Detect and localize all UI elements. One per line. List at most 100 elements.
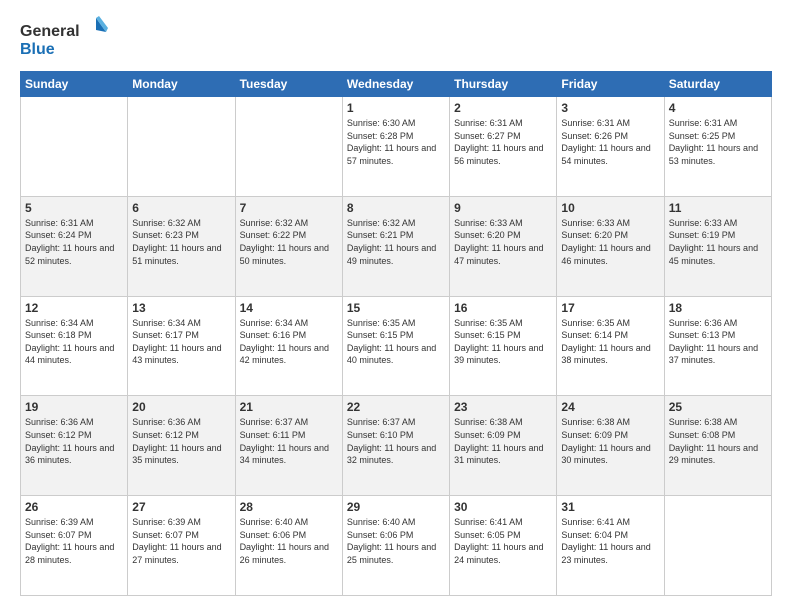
table-row: 13 Sunrise: 6:34 AM Sunset: 6:17 PM Dayli… xyxy=(128,296,235,396)
table-row: 31 Sunrise: 6:41 AM Sunset: 6:04 PM Dayli… xyxy=(557,496,664,596)
table-row: 16 Sunrise: 6:35 AM Sunset: 6:15 PM Dayli… xyxy=(450,296,557,396)
col-friday: Friday xyxy=(557,72,664,97)
day-number: 21 xyxy=(240,400,338,414)
day-number: 6 xyxy=(132,201,230,215)
day-number: 5 xyxy=(25,201,123,215)
day-number: 15 xyxy=(347,301,445,315)
day-info: Sunrise: 6:41 AM Sunset: 6:05 PM Dayligh… xyxy=(454,516,552,566)
day-info: Sunrise: 6:39 AM Sunset: 6:07 PM Dayligh… xyxy=(25,516,123,566)
day-info: Sunrise: 6:39 AM Sunset: 6:07 PM Dayligh… xyxy=(132,516,230,566)
day-info: Sunrise: 6:33 AM Sunset: 6:20 PM Dayligh… xyxy=(561,217,659,267)
col-monday: Monday xyxy=(128,72,235,97)
table-row: 8 Sunrise: 6:32 AM Sunset: 6:21 PM Daylig… xyxy=(342,196,449,296)
table-row: 21 Sunrise: 6:37 AM Sunset: 6:11 PM Dayli… xyxy=(235,396,342,496)
col-tuesday: Tuesday xyxy=(235,72,342,97)
logo: General Blue xyxy=(20,16,110,61)
day-number: 31 xyxy=(561,500,659,514)
day-number: 19 xyxy=(25,400,123,414)
week-row-1: 1 Sunrise: 6:30 AM Sunset: 6:28 PM Daylig… xyxy=(21,97,772,197)
day-info: Sunrise: 6:40 AM Sunset: 6:06 PM Dayligh… xyxy=(240,516,338,566)
table-row: 28 Sunrise: 6:40 AM Sunset: 6:06 PM Dayli… xyxy=(235,496,342,596)
week-row-4: 19 Sunrise: 6:36 AM Sunset: 6:12 PM Dayli… xyxy=(21,396,772,496)
day-info: Sunrise: 6:36 AM Sunset: 6:13 PM Dayligh… xyxy=(669,317,767,367)
day-info: Sunrise: 6:40 AM Sunset: 6:06 PM Dayligh… xyxy=(347,516,445,566)
day-number: 13 xyxy=(132,301,230,315)
day-number: 16 xyxy=(454,301,552,315)
table-row: 25Sunrise: 6:38 AM Sunset: 6:08 PM Dayli… xyxy=(664,396,771,496)
day-number: 30 xyxy=(454,500,552,514)
day-number: 3 xyxy=(561,101,659,115)
table-row: 27 Sunrise: 6:39 AM Sunset: 6:07 PM Dayli… xyxy=(128,496,235,596)
calendar-body: 1 Sunrise: 6:30 AM Sunset: 6:28 PM Daylig… xyxy=(21,97,772,596)
table-row: 12Sunrise: 6:34 AM Sunset: 6:18 PM Dayli… xyxy=(21,296,128,396)
table-row xyxy=(235,97,342,197)
day-info: Sunrise: 6:32 AM Sunset: 6:23 PM Dayligh… xyxy=(132,217,230,267)
table-row: 4Sunrise: 6:31 AM Sunset: 6:25 PM Daylig… xyxy=(664,97,771,197)
table-row: 14 Sunrise: 6:34 AM Sunset: 6:16 PM Dayli… xyxy=(235,296,342,396)
day-number: 22 xyxy=(347,400,445,414)
table-row: 20 Sunrise: 6:36 AM Sunset: 6:12 PM Dayli… xyxy=(128,396,235,496)
table-row: 17Sunrise: 6:35 AM Sunset: 6:14 PM Dayli… xyxy=(557,296,664,396)
day-number: 11 xyxy=(669,201,767,215)
day-info: Sunrise: 6:31 AM Sunset: 6:24 PM Dayligh… xyxy=(25,217,123,267)
calendar-header-row: Sunday Monday Tuesday Wednesday Thursday… xyxy=(21,72,772,97)
table-row: 2Sunrise: 6:31 AM Sunset: 6:27 PM Daylig… xyxy=(450,97,557,197)
day-info: Sunrise: 6:31 AM Sunset: 6:26 PM Dayligh… xyxy=(561,117,659,167)
table-row: 26 Sunrise: 6:39 AM Sunset: 6:07 PM Dayli… xyxy=(21,496,128,596)
day-info: Sunrise: 6:35 AM Sunset: 6:15 PM Dayligh… xyxy=(347,317,445,367)
day-number: 1 xyxy=(347,101,445,115)
day-number: 27 xyxy=(132,500,230,514)
table-row: 22Sunrise: 6:37 AM Sunset: 6:10 PM Dayli… xyxy=(342,396,449,496)
day-info: Sunrise: 6:32 AM Sunset: 6:21 PM Dayligh… xyxy=(347,217,445,267)
day-info: Sunrise: 6:34 AM Sunset: 6:17 PM Dayligh… xyxy=(132,317,230,367)
day-info: Sunrise: 6:31 AM Sunset: 6:27 PM Dayligh… xyxy=(454,117,552,167)
calendar-table: Sunday Monday Tuesday Wednesday Thursday… xyxy=(20,71,772,596)
col-saturday: Saturday xyxy=(664,72,771,97)
day-info: Sunrise: 6:36 AM Sunset: 6:12 PM Dayligh… xyxy=(132,416,230,466)
col-wednesday: Wednesday xyxy=(342,72,449,97)
table-row: 3 Sunrise: 6:31 AM Sunset: 6:26 PM Daylig… xyxy=(557,97,664,197)
table-row: 18 Sunrise: 6:36 AM Sunset: 6:13 PM Dayli… xyxy=(664,296,771,396)
table-row: 7 Sunrise: 6:32 AM Sunset: 6:22 PM Daylig… xyxy=(235,196,342,296)
day-number: 23 xyxy=(454,400,552,414)
day-info: Sunrise: 6:35 AM Sunset: 6:15 PM Dayligh… xyxy=(454,317,552,367)
week-row-2: 5 Sunrise: 6:31 AM Sunset: 6:24 PM Daylig… xyxy=(21,196,772,296)
table-row: 9Sunrise: 6:33 AM Sunset: 6:20 PM Daylig… xyxy=(450,196,557,296)
table-row: 29 Sunrise: 6:40 AM Sunset: 6:06 PM Dayli… xyxy=(342,496,449,596)
day-number: 26 xyxy=(25,500,123,514)
table-row: 15 Sunrise: 6:35 AM Sunset: 6:15 PM Dayli… xyxy=(342,296,449,396)
table-row: 19Sunrise: 6:36 AM Sunset: 6:12 PM Dayli… xyxy=(21,396,128,496)
day-number: 7 xyxy=(240,201,338,215)
day-info: Sunrise: 6:31 AM Sunset: 6:25 PM Dayligh… xyxy=(669,117,767,167)
day-info: Sunrise: 6:30 AM Sunset: 6:28 PM Dayligh… xyxy=(347,117,445,167)
day-number: 14 xyxy=(240,301,338,315)
day-number: 12 xyxy=(25,301,123,315)
day-number: 17 xyxy=(561,301,659,315)
day-info: Sunrise: 6:33 AM Sunset: 6:20 PM Dayligh… xyxy=(454,217,552,267)
day-info: Sunrise: 6:32 AM Sunset: 6:22 PM Dayligh… xyxy=(240,217,338,267)
table-row: 6 Sunrise: 6:32 AM Sunset: 6:23 PM Daylig… xyxy=(128,196,235,296)
header: General Blue xyxy=(20,16,772,61)
day-number: 25 xyxy=(669,400,767,414)
day-info: Sunrise: 6:38 AM Sunset: 6:09 PM Dayligh… xyxy=(454,416,552,466)
week-row-5: 26 Sunrise: 6:39 AM Sunset: 6:07 PM Dayli… xyxy=(21,496,772,596)
day-number: 29 xyxy=(347,500,445,514)
day-number: 28 xyxy=(240,500,338,514)
day-info: Sunrise: 6:37 AM Sunset: 6:11 PM Dayligh… xyxy=(240,416,338,466)
table-row xyxy=(21,97,128,197)
day-info: Sunrise: 6:38 AM Sunset: 6:09 PM Dayligh… xyxy=(561,416,659,466)
table-row xyxy=(664,496,771,596)
table-row: 1 Sunrise: 6:30 AM Sunset: 6:28 PM Daylig… xyxy=(342,97,449,197)
table-row xyxy=(128,97,235,197)
day-info: Sunrise: 6:34 AM Sunset: 6:16 PM Dayligh… xyxy=(240,317,338,367)
table-row: 11 Sunrise: 6:33 AM Sunset: 6:19 PM Dayli… xyxy=(664,196,771,296)
day-info: Sunrise: 6:41 AM Sunset: 6:04 PM Dayligh… xyxy=(561,516,659,566)
day-number: 10 xyxy=(561,201,659,215)
week-row-3: 12Sunrise: 6:34 AM Sunset: 6:18 PM Dayli… xyxy=(21,296,772,396)
day-number: 18 xyxy=(669,301,767,315)
day-number: 20 xyxy=(132,400,230,414)
svg-text:General: General xyxy=(20,23,80,40)
day-number: 8 xyxy=(347,201,445,215)
day-info: Sunrise: 6:33 AM Sunset: 6:19 PM Dayligh… xyxy=(669,217,767,267)
table-row: 24Sunrise: 6:38 AM Sunset: 6:09 PM Dayli… xyxy=(557,396,664,496)
